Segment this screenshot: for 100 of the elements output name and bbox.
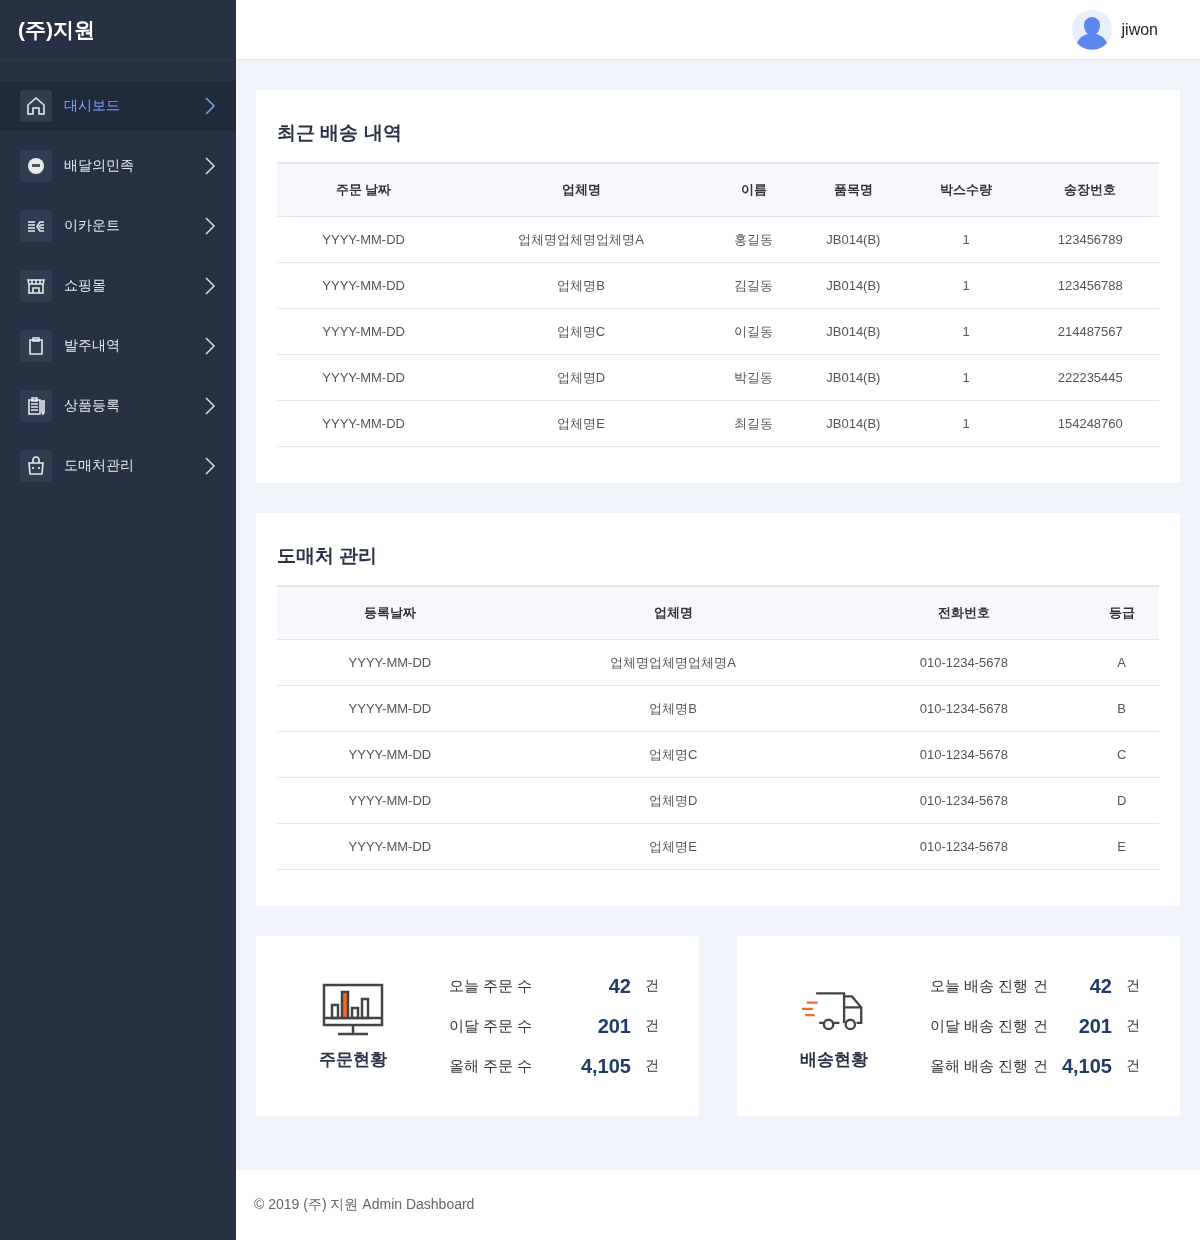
table-cell: YYYY-MM-DD (277, 354, 451, 401)
sidebar-item[interactable]: 상품등록 (0, 381, 236, 431)
sidebar-label: 대시보드 (64, 97, 121, 115)
card-title: 도매처 관리 (277, 544, 379, 568)
sidebar-label: 이카운트 (64, 217, 121, 235)
chevron-right-icon (204, 216, 216, 236)
home-icon (24, 94, 48, 118)
table-cell: YYYY-MM-DD (277, 823, 503, 870)
chevron-right-icon (204, 396, 216, 416)
column-header: 박스수량 (910, 163, 1022, 217)
column-header: 업체명 (450, 163, 712, 217)
sidebar-item[interactable]: 발주내역 (0, 321, 236, 371)
stat-unit: 건 (644, 1057, 659, 1075)
stat-value: 42 (608, 974, 631, 998)
table-cell: 업체명B (450, 262, 712, 309)
table-cell: 1 (910, 216, 1022, 263)
column-header: 송장번호 (1021, 163, 1159, 217)
stat-value: 4,105 (580, 1054, 631, 1078)
stat-unit: 건 (1125, 977, 1140, 995)
user-name: jiwon (1121, 20, 1158, 39)
table-cell: 업체명E (502, 823, 844, 870)
table-cell: E (1084, 823, 1159, 870)
sidebar-label: 배달의민족 (64, 157, 135, 175)
stat-label: 이달 주문 수 (449, 1016, 534, 1036)
stat-label: 올해 배송 진행 건 (930, 1056, 1049, 1076)
table-cell: YYYY-MM-DD (277, 400, 451, 447)
table-cell: 업체명업체명업체명A (450, 216, 712, 263)
table-cell: 1 (910, 308, 1022, 355)
sidebar-label: 발주내역 (64, 337, 121, 355)
stat-label: 오늘 배송 진행 건 (930, 976, 1049, 996)
table-cell: YYYY-MM-DD (277, 216, 451, 263)
stat-unit: 건 (644, 1017, 659, 1035)
table-cell: 123456788 (1021, 262, 1159, 309)
chevron-right-icon (204, 156, 216, 176)
table-cell: 업체명C (450, 308, 712, 355)
stat-unit: 건 (1125, 1057, 1140, 1075)
table-cell: YYYY-MM-DD (277, 685, 503, 732)
stat-label: 오늘 주문 수 (449, 976, 534, 996)
stat-value: 42 (1089, 974, 1112, 998)
chevron-right-icon (204, 96, 216, 116)
table-cell: YYYY-MM-DD (277, 731, 503, 778)
column-header: 주문 날짜 (277, 163, 451, 217)
sidebar-label: 상품등록 (64, 397, 121, 415)
table-cell: 010-1234-5678 (843, 777, 1085, 824)
table-cell: 업체명업체명업체명A (502, 639, 844, 686)
stats-title: 주문현황 (318, 1048, 387, 1071)
table-cell: 010-1234-5678 (843, 823, 1085, 870)
table-cell: YYYY-MM-DD (277, 639, 503, 686)
stat-unit: 건 (1125, 1017, 1140, 1035)
chevron-right-icon (204, 276, 216, 296)
sidebar-item[interactable]: 이카운트 (0, 201, 236, 251)
table-cell: 222235445 (1021, 354, 1159, 401)
sidebar-label: 도매처관리 (64, 457, 135, 475)
table-cell: 업체명E (450, 400, 712, 447)
table-cell: 홍길동 (711, 216, 796, 263)
table-cell: 123456789 (1021, 216, 1159, 263)
column-header: 전화번호 (843, 586, 1085, 640)
table-cell: JB014(B) (795, 354, 911, 401)
stats-title: 배송현황 (799, 1048, 868, 1071)
table-cell: 010-1234-5678 (843, 685, 1085, 732)
table-cell: 업체명D (502, 777, 844, 824)
table-cell: JB014(B) (795, 308, 911, 355)
sidebar-item[interactable]: 대시보드 (0, 81, 236, 131)
table-cell: D (1084, 777, 1159, 824)
column-header: 이름 (711, 163, 796, 217)
footer-text: © 2019 (주) 지원 Admin Dashboard (236, 1170, 1200, 1240)
card-title: 최근 배송 내역 (277, 121, 403, 145)
table-cell: 1 (910, 400, 1022, 447)
table-cell: JB014(B) (795, 262, 911, 309)
table-cell: 010-1234-5678 (843, 731, 1085, 778)
sidebar-label: 쇼핑몰 (64, 277, 107, 295)
table-cell: 업체명D (450, 354, 712, 401)
table-cell: 214487567 (1021, 308, 1159, 355)
table-cell: YYYY-MM-DD (277, 308, 451, 355)
column-header: 업체명 (502, 586, 844, 640)
table-cell: 이길동 (711, 308, 796, 355)
table-cell: 1 (910, 354, 1022, 401)
table-cell: 박길동 (711, 354, 796, 401)
stat-value: 201 (1078, 1014, 1112, 1038)
table-cell: 최길동 (711, 400, 796, 447)
chevron-right-icon (204, 456, 216, 476)
table-cell: 업체명C (502, 731, 844, 778)
stat-unit: 건 (644, 977, 659, 995)
table-cell: JB014(B) (795, 400, 911, 447)
sidebar-item[interactable]: 배달의민족 (0, 141, 236, 191)
column-header: 품목명 (795, 163, 911, 217)
stat-label: 올해 주문 수 (449, 1056, 534, 1076)
chevron-right-icon (204, 336, 216, 356)
avatar-icon[interactable] (1071, 9, 1112, 50)
table-cell: YYYY-MM-DD (277, 262, 451, 309)
stat-value: 201 (597, 1014, 631, 1038)
stat-label: 이달 배송 진행 건 (930, 1016, 1049, 1036)
table-cell: YYYY-MM-DD (277, 777, 503, 824)
stat-value: 4,105 (1061, 1054, 1112, 1078)
table-cell: JB014(B) (795, 216, 911, 263)
sidebar-item[interactable]: 쇼핑몰 (0, 261, 236, 311)
column-header: 등급 (1084, 586, 1159, 640)
table-cell: 010-1234-5678 (843, 639, 1085, 686)
sidebar-item[interactable]: 도매처관리 (0, 441, 236, 491)
table-cell: 김길동 (711, 262, 796, 309)
